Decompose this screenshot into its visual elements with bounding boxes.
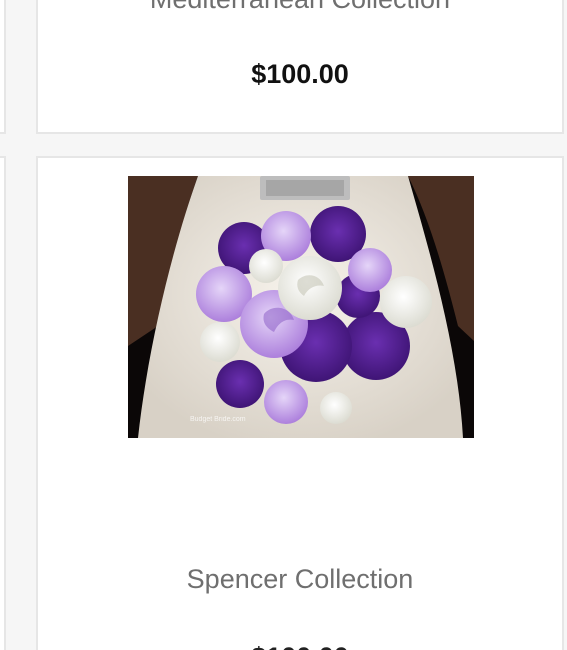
image-watermark: Budget Bride.com [190, 416, 246, 423]
product-card-left-partial[interactable] [0, 156, 6, 650]
product-card[interactable]: Budget Bride.com Spencer Collection $100… [36, 156, 564, 650]
product-card[interactable]: Mediterranean Collection $100.00 [36, 0, 564, 134]
product-image[interactable]: Budget Bride.com [128, 176, 474, 438]
product-card-left-partial[interactable] [0, 0, 6, 134]
product-title[interactable]: Spencer Collection [38, 564, 562, 595]
product-title[interactable]: Mediterranean Collection [38, 0, 562, 15]
product-grid: Mediterranean Collection $100.00 [0, 0, 567, 650]
product-price: $100.00 [38, 642, 562, 650]
product-price: $100.00 [251, 59, 349, 89]
